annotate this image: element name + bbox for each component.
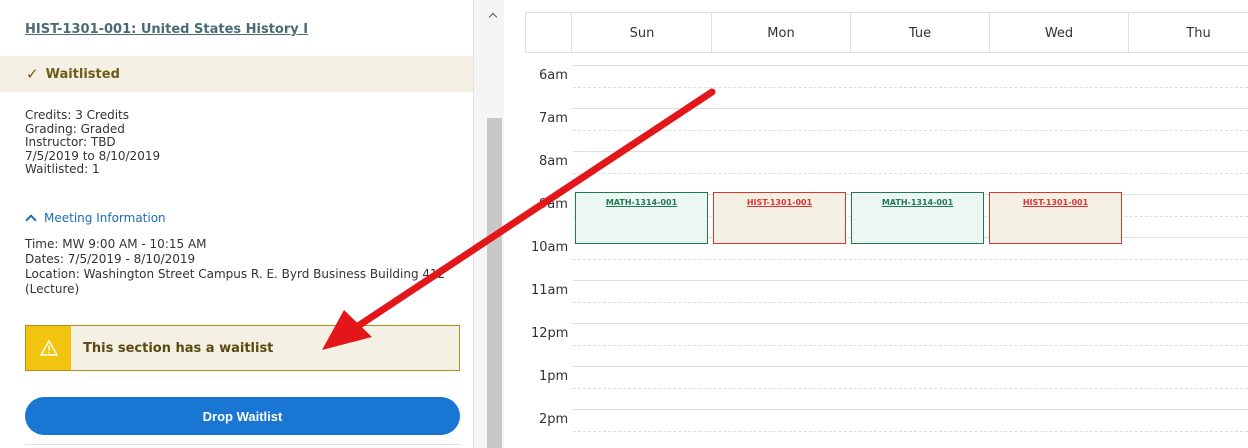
- time-label-9am: 9am: [539, 197, 568, 212]
- time-label-7am: 7am: [539, 111, 568, 126]
- time-label-10am: 10am: [531, 240, 569, 255]
- day-header-thu: Thu: [1186, 25, 1211, 41]
- calendar-event-hist[interactable]: HIST-1301-001: [989, 192, 1122, 244]
- half-hour-line: [573, 431, 1248, 432]
- calendar-event-math[interactable]: MATH-1314-001: [575, 192, 708, 244]
- day-header-mon: Mon: [712, 13, 851, 53]
- time-label-11am: 11am: [531, 283, 569, 298]
- course-title-link[interactable]: HIST-1301-001: United States History I: [25, 22, 308, 37]
- meeting-dates-text: Dates: 7/5/2019 - 8/10/2019: [25, 252, 196, 266]
- calendar-event-math[interactable]: MATH-1314-001: [851, 192, 984, 244]
- hour-line: [573, 366, 1248, 367]
- time-label-8am: 8am: [539, 154, 568, 169]
- meeting-location-text: Location: Washington Street Campus R. E.…: [25, 267, 446, 296]
- check-icon: ✓: [26, 65, 39, 83]
- drop-waitlist-button[interactable]: Drop Waitlist: [25, 397, 460, 435]
- chevron-up-icon: [25, 214, 37, 226]
- meeting-information-label: Meeting Information: [44, 211, 166, 225]
- day-header-sun: Sun: [573, 13, 712, 53]
- half-hour-line: [573, 87, 1248, 88]
- scrollbar[interactable]: [474, 0, 504, 448]
- schedule-calendar: Sun Mon Tue Wed Thu 6am 7am 8am 9am 10am…: [525, 12, 1248, 448]
- grading-text: Grading: Graded: [25, 121, 125, 136]
- calendar-event-hist[interactable]: HIST-1301-001: [713, 192, 846, 244]
- date-range-text: 7/5/2019 to 8/10/2019: [25, 148, 161, 163]
- warning-text: This section has a waitlist: [83, 340, 274, 356]
- time-label-2pm: 2pm: [539, 412, 569, 427]
- half-hour-line: [573, 130, 1248, 131]
- hour-line: [573, 409, 1248, 410]
- hour-line: [573, 280, 1248, 281]
- scrollbar-thumb[interactable]: [487, 118, 502, 448]
- half-hour-line: [573, 259, 1248, 260]
- hour-line: [573, 151, 1248, 152]
- meeting-information-toggle[interactable]: Meeting Information: [25, 211, 166, 226]
- waitlist-warning: This section has a waitlist: [25, 325, 460, 371]
- section-details: Credits: 3 Credits Grading: Graded Instr…: [25, 108, 161, 177]
- hour-line: [573, 323, 1248, 324]
- time-label-6am: 6am: [539, 68, 568, 83]
- half-hour-line: [573, 388, 1248, 389]
- warning-icon: [26, 326, 71, 370]
- scroll-up-arrow-icon[interactable]: [488, 12, 498, 22]
- half-hour-line: [573, 173, 1248, 174]
- calendar-corner: [525, 13, 572, 53]
- day-header-wed: Wed: [990, 13, 1129, 53]
- hour-line: [573, 108, 1248, 109]
- half-hour-line: [573, 302, 1248, 303]
- half-hour-line: [573, 345, 1248, 346]
- section-detail-panel: HIST-1301-001: United States History I ✓…: [0, 0, 474, 448]
- meeting-time-text: Time: MW 9:00 AM - 10:15 AM: [25, 237, 207, 251]
- instructor-text: Instructor: TBD: [25, 135, 116, 149]
- time-label-1pm: 1pm: [539, 369, 569, 384]
- meeting-details: Time: MW 9:00 AM - 10:15 AM Dates: 7/5/2…: [25, 237, 465, 297]
- day-header-tue: Tue: [851, 13, 990, 53]
- divider: [25, 444, 460, 445]
- credits-text: Credits: 3 Credits: [25, 108, 129, 122]
- time-label-12pm: 12pm: [531, 326, 569, 341]
- status-banner: ✓ Waitlisted: [0, 56, 473, 92]
- status-label: Waitlisted: [45, 66, 120, 82]
- waitlisted-count-text: Waitlisted: 1: [25, 162, 100, 176]
- hour-line: [573, 65, 1248, 66]
- calendar-header: Sun Mon Tue Wed Thu: [525, 12, 1248, 53]
